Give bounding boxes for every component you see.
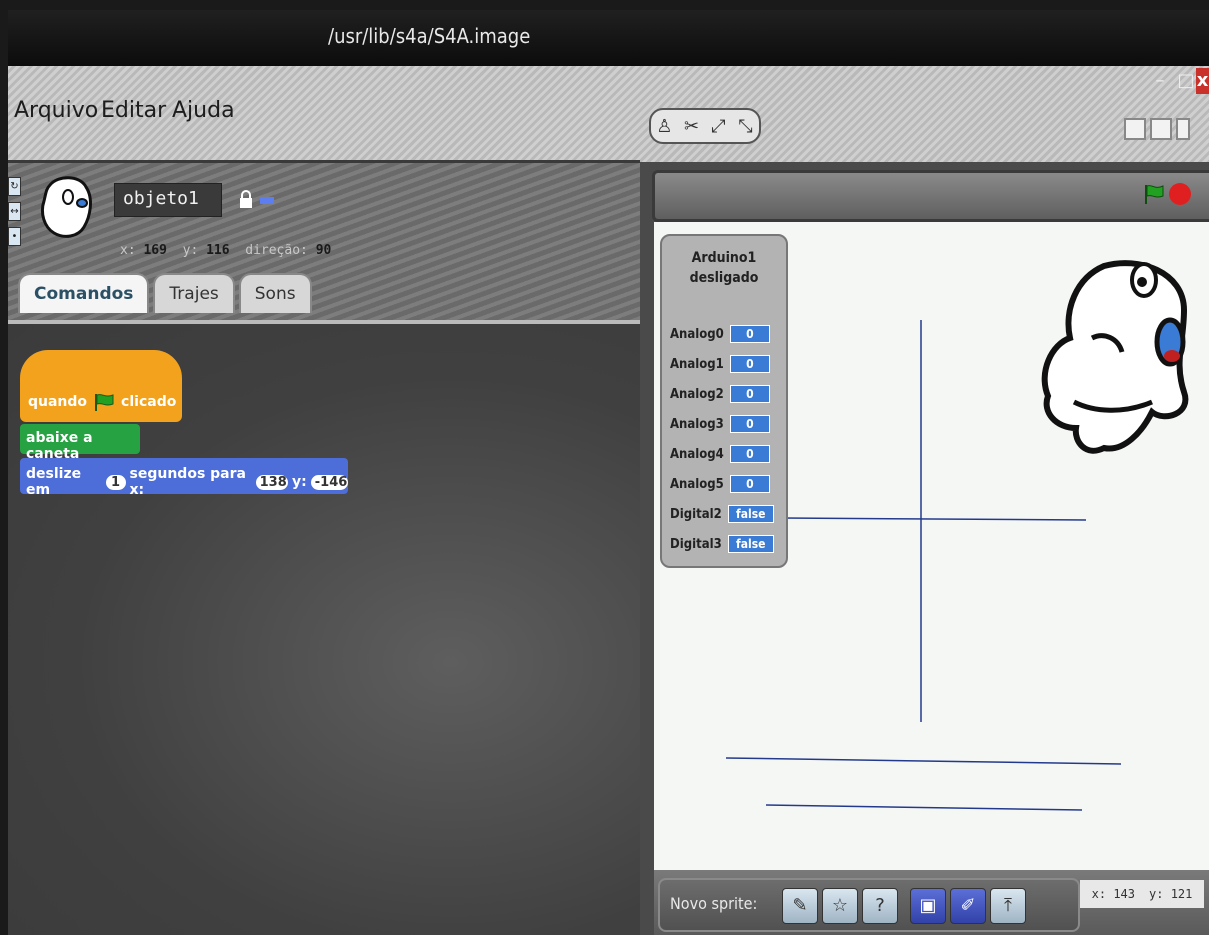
sensor-row-analog5: Analog5 0 (670, 474, 770, 494)
sensor-label: Analog0 (670, 326, 724, 342)
sprite-position-readout: x: 169 y: 116 direção: 90 (120, 243, 332, 258)
glide-text-1: deslize em (26, 466, 82, 498)
window-title: /usr/lib/s4a/S4A.image (328, 24, 531, 48)
mouse-coordinates: x: 143 y: 121 (1080, 880, 1204, 908)
glide-y-input[interactable]: -146 (310, 474, 348, 490)
sprite-tabs: Comandos Trajes Sons (18, 273, 312, 313)
sensor-label: Analog4 (670, 446, 724, 462)
sprite-thumbnail[interactable] (36, 173, 98, 243)
hat-text-quando: quando (28, 394, 88, 410)
title-bar: /usr/lib/s4a/S4A.image (8, 10, 1209, 66)
sensor-value: 0 (729, 445, 770, 463)
sprite-direction-value: 90 (315, 243, 332, 258)
when-flag-clicked-block[interactable]: quando clicado (20, 350, 182, 422)
sensor-label: Analog3 (670, 416, 724, 432)
presentation-mode-icon[interactable] (1176, 118, 1190, 140)
sensor-row-analog0: Analog0 0 (670, 324, 770, 344)
board-status: desligado (689, 270, 759, 286)
scripts-area[interactable]: quando clicado abaixe a caneta deslize e… (8, 320, 640, 935)
glide-x-input[interactable]: 138 (255, 474, 289, 490)
mouse-y-value: 121 (1170, 887, 1193, 901)
sprite-name-field[interactable]: objeto1 (114, 183, 222, 217)
maximize-button[interactable]: □ (1174, 68, 1198, 94)
mouse-x-value: 143 (1113, 887, 1135, 901)
sensor-value: false (727, 535, 774, 553)
pen-line-horizontal-2 (725, 757, 1122, 765)
tab-trajes[interactable]: Trajes (153, 273, 235, 313)
sensor-value: 0 (729, 355, 770, 373)
pen-line-horizontal-3 (765, 804, 1083, 811)
menu-ajuda[interactable]: Ajuda (172, 98, 235, 123)
random-sprite-icon[interactable]: ? (862, 888, 898, 924)
sensor-label: Digital3 (670, 536, 722, 552)
scissors-icon[interactable]: ✂ (681, 116, 703, 137)
rotation-style-buttons: ↻ ↔ • (8, 177, 21, 246)
sensor-value: 0 (729, 415, 770, 433)
export-arduino-icon[interactable]: ⤒ (990, 888, 1026, 924)
sensor-label: Analog1 (670, 356, 724, 372)
small-stage-layout-icon[interactable] (1124, 118, 1146, 140)
paint-new-sprite-icon[interactable]: ✎ (782, 888, 818, 924)
sensor-row-analog4: Analog4 0 (670, 444, 770, 464)
stop-button[interactable] (1169, 183, 1191, 205)
menu-bar: Arquivo Editar Ajuda ♙ ✂ ⤢ ⤡ (8, 66, 1209, 162)
pen-color-swatch (260, 197, 274, 204)
choose-sprite-file-icon[interactable]: ☆ (822, 888, 858, 924)
hat-text-clicado: clicado (121, 394, 177, 410)
green-flag-button[interactable] (1142, 183, 1164, 205)
sensor-row-digital2: Digital2 false (670, 504, 774, 524)
new-arduino-board-icon[interactable]: ▣ (910, 888, 946, 924)
stage-header (652, 170, 1209, 222)
sprite-info-panel: ↻ ↔ • objeto1 x: 169 y: 116 direção: 90 … (8, 160, 640, 323)
menu-arquivo[interactable]: Arquivo (14, 98, 98, 123)
sprite-x-value: 169 (143, 243, 167, 258)
sensor-label: Digital2 (670, 506, 722, 522)
lock-icon[interactable] (238, 189, 254, 209)
glide-text-3: y: (292, 474, 307, 490)
sensor-value: 0 (729, 475, 770, 493)
sensor-label: Analog2 (670, 386, 724, 402)
sensor-value: false (727, 505, 774, 523)
sprite-y-value: 116 (206, 243, 230, 258)
glide-block[interactable]: deslize em 1 segundos para x: 138 y: -14… (20, 458, 348, 498)
stamp-icon[interactable]: ♙ (654, 116, 676, 137)
glide-secs-input[interactable]: 1 (105, 474, 126, 490)
pen-line-horizontal-1 (781, 517, 1087, 521)
ghost-sprite[interactable] (1034, 252, 1204, 472)
stage[interactable]: Arduino1 desligado Analog0 0 Analog1 0 A… (654, 222, 1209, 870)
sensor-row-analog3: Analog3 0 (670, 414, 770, 434)
close-button[interactable]: x (1196, 68, 1209, 94)
shrink-icon[interactable]: ⤡ (735, 116, 757, 137)
green-flag-icon (95, 394, 114, 411)
layout-buttons (1124, 118, 1190, 140)
sensor-board-title: Arduino1 desligado (662, 248, 786, 288)
no-rotate-icon[interactable]: • (8, 227, 21, 246)
sensor-value: 0 (729, 325, 770, 343)
tab-comandos[interactable]: Comandos (18, 273, 150, 313)
rotate-icon[interactable]: ↻ (8, 177, 21, 196)
stage-tool-group: ♙ ✂ ⤢ ⤡ (649, 108, 761, 144)
menu-editar[interactable]: Editar (101, 98, 166, 123)
pen-down-block[interactable]: abaixe a caneta (20, 424, 140, 462)
grow-icon[interactable]: ⤢ (708, 116, 730, 137)
new-sprite-bar: Novo sprite: ✎ ☆ ? ▣ ✐ ⤒ x: 143 y: 121 (654, 870, 1209, 935)
s4a-window: /usr/lib/s4a/S4A.image Arquivo Editar Aj… (8, 10, 1209, 935)
board-name: Arduino1 (691, 250, 757, 266)
sensor-row-analog1: Analog1 0 (670, 354, 770, 374)
arduino-sensor-board[interactable]: Arduino1 desligado Analog0 0 Analog1 0 A… (660, 234, 788, 568)
normal-stage-layout-icon[interactable] (1150, 118, 1172, 140)
sensor-row-digital3: Digital3 false (670, 534, 774, 554)
glide-text-2: segundos para x: (129, 466, 246, 498)
sensor-value: 0 (729, 385, 770, 403)
flip-icon[interactable]: ↔ (8, 202, 21, 221)
sensor-row-analog2: Analog2 0 (670, 384, 770, 404)
minimize-button[interactable]: – (1148, 68, 1172, 94)
new-sprite-toolbar: Novo sprite: ✎ ☆ ? ▣ ✐ ⤒ (658, 878, 1080, 932)
tab-sons[interactable]: Sons (238, 273, 312, 313)
sensor-label: Analog5 (670, 476, 724, 492)
edit-arduino-board-icon[interactable]: ✐ (950, 888, 986, 924)
new-sprite-label: Novo sprite: (670, 894, 758, 913)
